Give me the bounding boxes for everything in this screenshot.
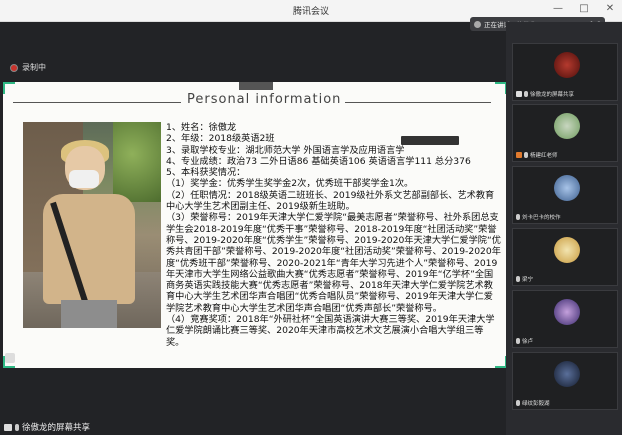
share-label-text: 徐傲龙的屏幕共享	[22, 423, 91, 433]
mic-icon	[15, 423, 19, 431]
window-controls: — □ ✕	[552, 3, 616, 14]
shared-slide: Personal information 1、姓名：徐傲龙 2、年级：2018级…	[3, 82, 507, 368]
mic-icon	[524, 152, 528, 158]
floating-popup	[401, 136, 459, 145]
screen-icon	[516, 91, 522, 97]
participant-tile[interactable]: 梁宁	[512, 228, 618, 286]
share-toolbar-handle[interactable]	[239, 82, 273, 90]
sidebar-toggle-icon[interactable]	[5, 353, 15, 363]
participant-tile[interactable]: 杨建红老师	[512, 104, 618, 162]
info-line: （1）奖学金：优秀学生奖学金2次，优秀班干部奖学金1次。	[166, 178, 414, 190]
participant-name: 杨建红老师	[530, 153, 558, 159]
record-icon	[10, 63, 18, 72]
slide-content: 1、姓名：徐傲龙 2、年级：2018级英语2班 3、录取学校专业：湖北师范大学 …	[166, 122, 501, 348]
slide-title: Personal information	[183, 92, 346, 107]
avatar-icon	[474, 20, 481, 28]
participant-name: 梁宁	[522, 277, 534, 283]
info-line: 4、专业成绩：政治73 二外日语86 基础英语106 英语语言学111 总分37…	[166, 155, 471, 167]
avatar	[554, 237, 580, 263]
info-line: （2）任职情况：2018级英语二班班长、2019级社外系文艺部副部长、艺术教育中…	[166, 189, 495, 213]
info-line: 3、录取学校专业：湖北师范大学 外国语言学及应用语言学	[166, 144, 405, 156]
close-icon[interactable]: ✕	[604, 3, 616, 14]
participant-name: 绿纹彭毅湖	[522, 401, 550, 407]
avatar	[554, 113, 580, 139]
participant-tile[interactable]: 绿纹彭毅湖	[512, 352, 618, 410]
participant-name: 徐卢	[522, 339, 534, 345]
info-line: （4）竞赛奖项：2018年“外研社杯”全国英语演讲大赛三等奖、2019年天津大学…	[166, 314, 495, 348]
info-line: 1、姓名：徐傲龙	[166, 122, 237, 133]
participant-name: 刘卡巴卡的校作	[522, 215, 561, 221]
screen-icon	[4, 423, 12, 431]
mic-icon	[516, 276, 520, 282]
mic-icon	[516, 400, 520, 406]
slide-header: Personal information	[13, 92, 493, 108]
mic-icon	[516, 214, 520, 220]
participant-tile[interactable]: 徐卢	[512, 290, 618, 348]
minimize-icon[interactable]: —	[552, 3, 564, 14]
avatar	[554, 299, 580, 325]
recording-indicator[interactable]: 录制中	[10, 62, 46, 73]
participant-name: 徐傲龙的屏幕共享	[530, 92, 575, 98]
mic-icon	[524, 91, 528, 97]
host-icon	[516, 152, 522, 158]
meeting-window: 腾讯会议 — □ ✕ 录制中 正在讲话：徐傲龙; ⤢ ↶ Personal in…	[0, 0, 622, 435]
divider	[13, 102, 181, 103]
avatar	[554, 52, 580, 78]
corner-decoration	[3, 82, 15, 94]
info-line: 5、本科获奖情况：	[166, 167, 246, 179]
share-label: 徐傲龙的屏幕共享	[4, 421, 90, 433]
avatar	[554, 175, 580, 201]
avatar	[554, 361, 580, 387]
participant-tile[interactable]: 徐傲龙的屏幕共享	[512, 43, 618, 101]
recording-label: 录制中	[22, 63, 46, 72]
maximize-icon[interactable]: □	[578, 3, 590, 14]
portrait-photo	[23, 122, 161, 328]
info-line: （3）荣誉称号：2019年天津大学仁爱学院“最美志愿者”荣誉称号、社外系团总支学…	[166, 212, 501, 314]
window-title: 腾讯会议	[292, 7, 329, 17]
participant-tile[interactable]: 刘卡巴卡的校作	[512, 166, 618, 224]
mic-icon	[516, 338, 520, 344]
